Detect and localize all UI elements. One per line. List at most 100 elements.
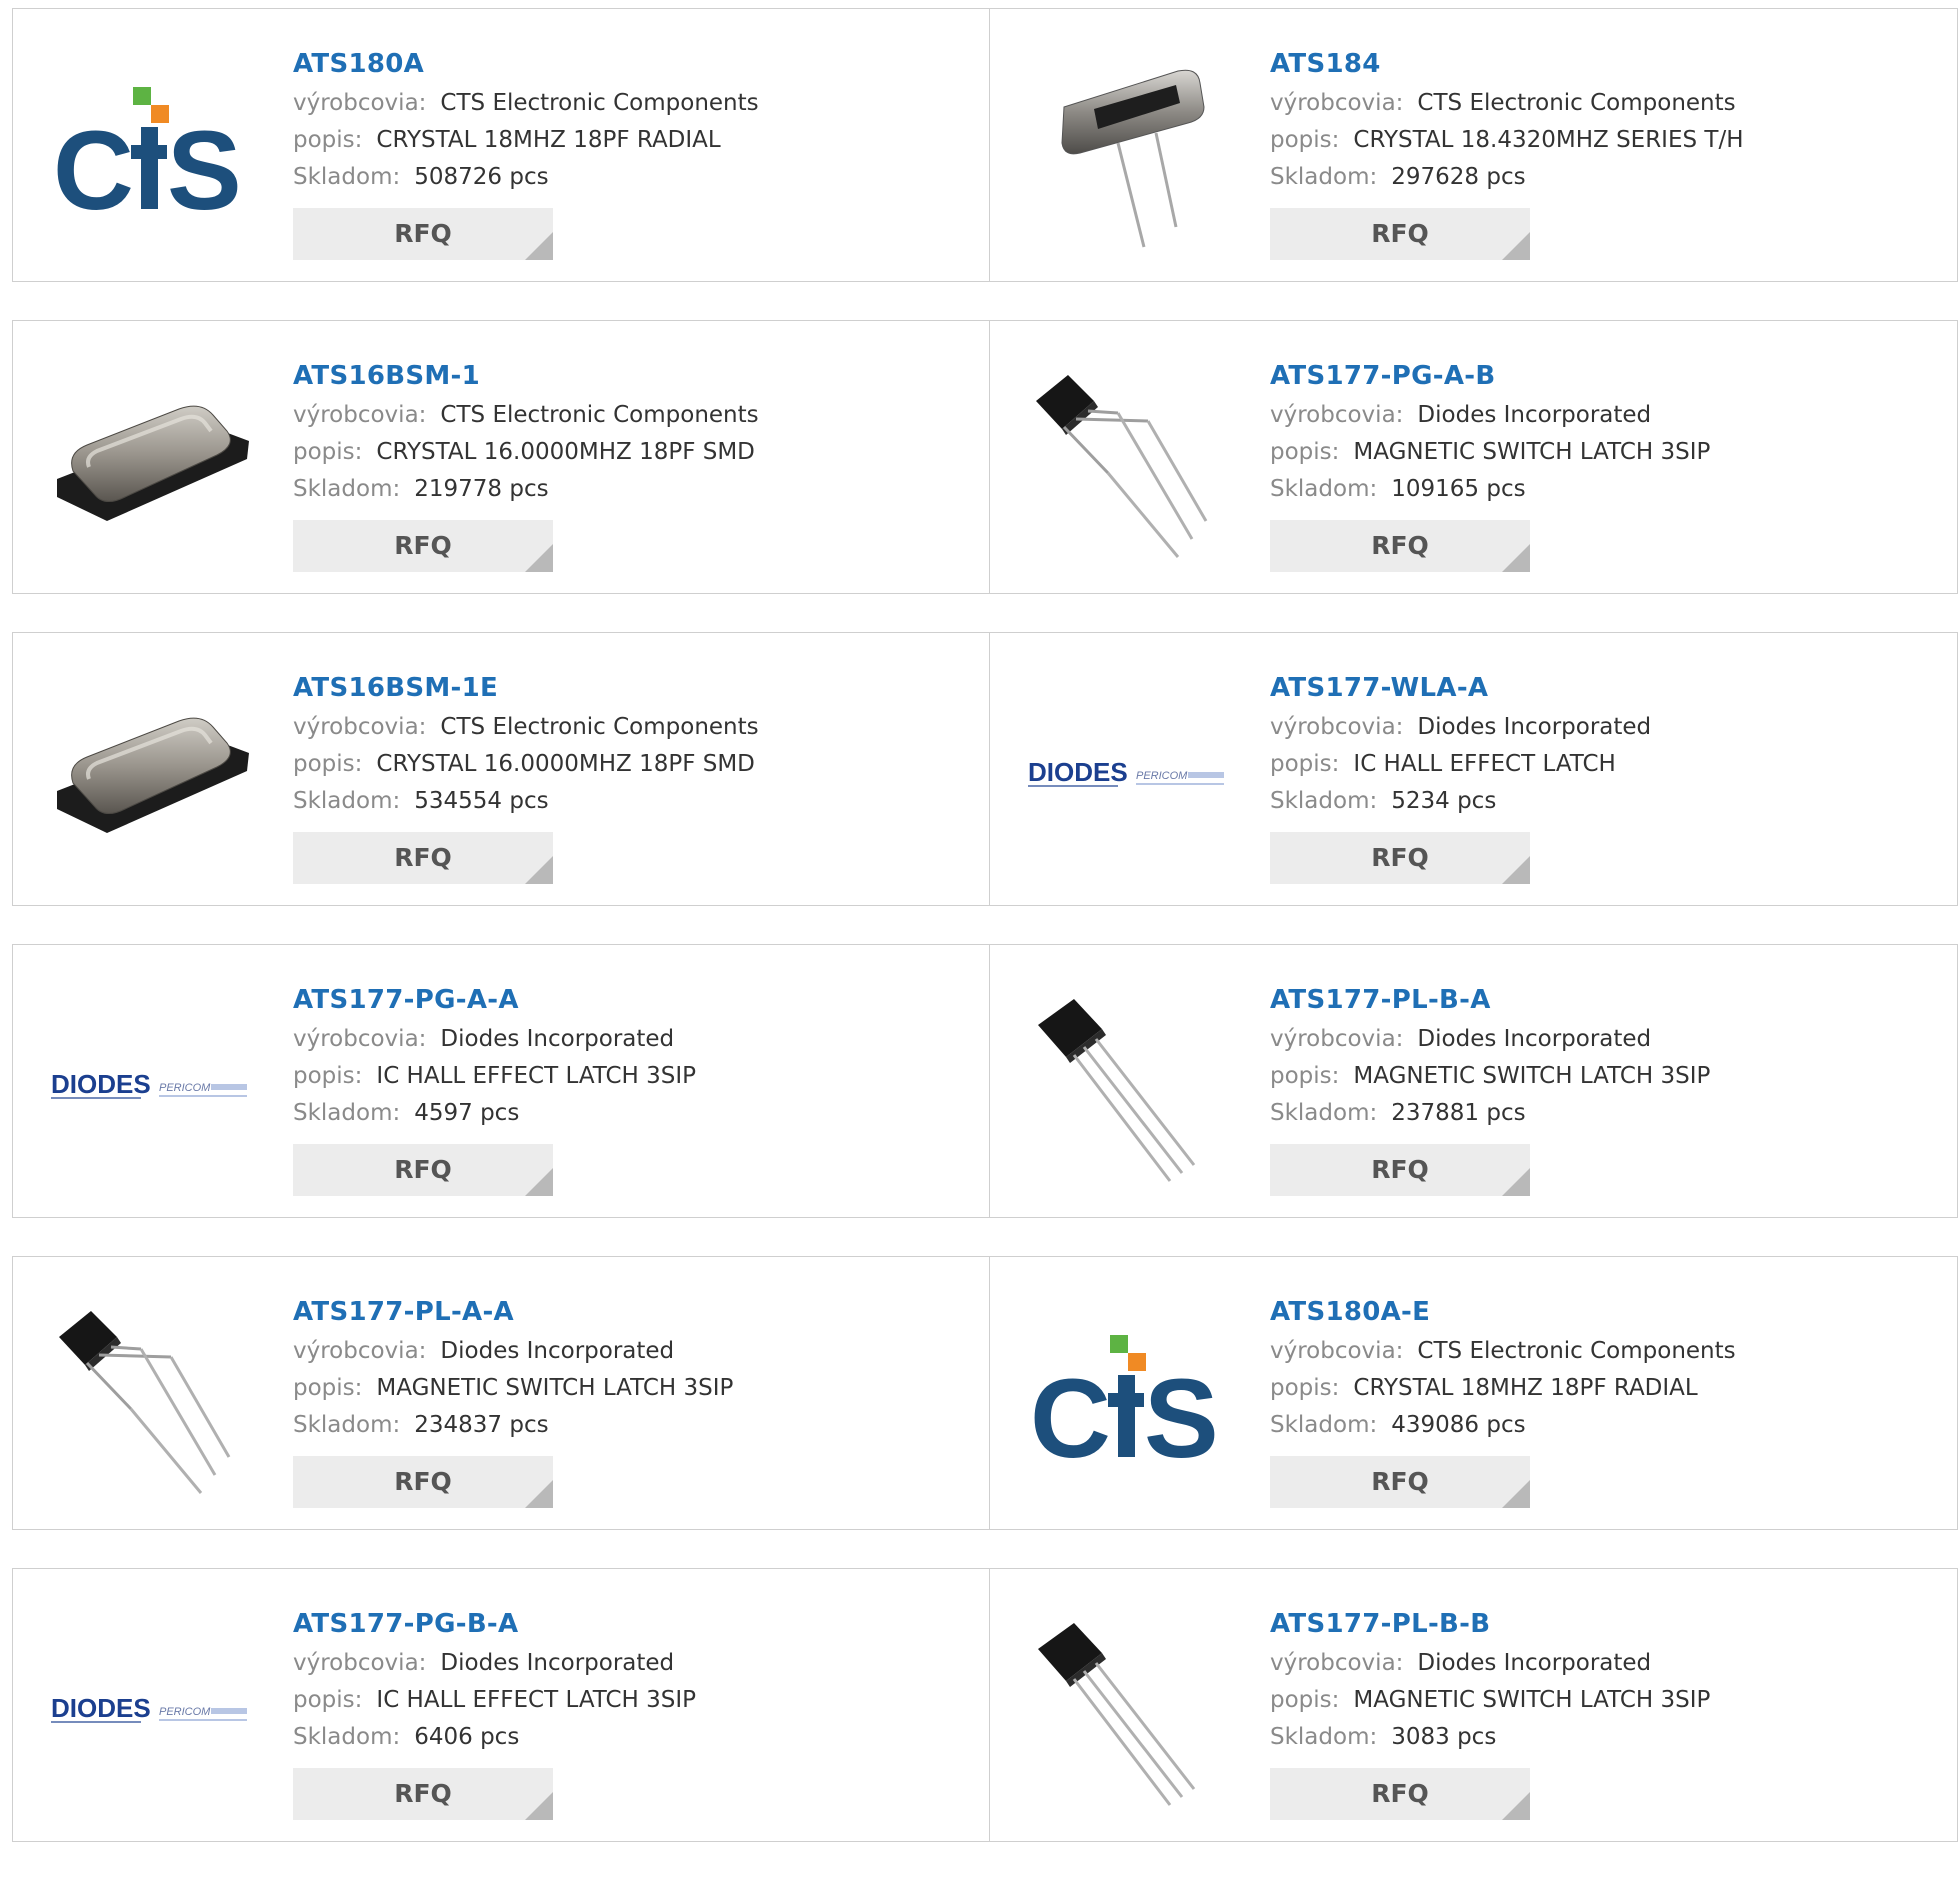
stock-value: 508726 pcs — [414, 164, 549, 190]
rfq-label: RFQ — [394, 219, 452, 248]
rfq-button[interactable]: RFQ — [293, 1768, 553, 1820]
product-thumbnail[interactable] — [51, 361, 251, 561]
part-number-link[interactable]: ATS177-PG-B-A — [293, 1603, 953, 1645]
manufacturer-line: výrobcovia: CTS Electronic Components — [1270, 1333, 1930, 1370]
description-value: CRYSTAL 18.4320MHZ SERIES T/H — [1353, 127, 1744, 153]
part-number-link[interactable]: ATS177-WLA-A — [1270, 667, 1930, 709]
rfq-corner-decoration — [1502, 232, 1530, 260]
product-thumbnail[interactable]: DIODES PERICOM — [51, 1609, 251, 1809]
description-label: popis: — [1270, 439, 1340, 465]
part-number-link[interactable]: ATS177-PG-A-B — [1270, 355, 1930, 397]
product-thumbnail[interactable]: DIODES PERICOM — [1028, 673, 1228, 873]
rfq-button[interactable]: RFQ — [1270, 1456, 1530, 1508]
product-info: ATS177-PG-A-A výrobcovia: Diodes Incorpora… — [293, 979, 953, 1196]
product-card: ATS16BSM-1E výrobcovia: CTS Electronic Com… — [12, 632, 990, 906]
svg-text:PERICOM: PERICOM — [1136, 770, 1188, 782]
part-number-link[interactable]: ATS180A-E — [1270, 1291, 1930, 1333]
description-value: MAGNETIC SWITCH LATCH 3SIP — [1353, 1687, 1711, 1713]
rfq-button[interactable]: RFQ — [293, 520, 553, 572]
stock-value: 109165 pcs — [1391, 476, 1526, 502]
part-number-link[interactable]: ATS177-PG-A-A — [293, 979, 953, 1021]
stock-value: 237881 pcs — [1391, 1100, 1526, 1126]
description-label: popis: — [293, 439, 363, 465]
rfq-button[interactable]: RFQ — [1270, 1144, 1530, 1196]
rfq-corner-decoration — [1502, 544, 1530, 572]
manufacturer-value: CTS Electronic Components — [1417, 1338, 1736, 1364]
stock-line: Skladom: 439086 pcs — [1270, 1407, 1930, 1444]
rfq-button[interactable]: RFQ — [1270, 1768, 1530, 1820]
description-label: popis: — [293, 751, 363, 777]
stock-label: Skladom: — [1270, 476, 1378, 502]
rfq-corner-decoration — [525, 1168, 553, 1196]
description-value: CRYSTAL 16.0000MHZ 18PF SMD — [376, 751, 755, 777]
product-card: ATS177-PL-B-B výrobcovia: Diodes Incorpora… — [990, 1568, 1958, 1842]
svg-text:DIODES: DIODES — [1028, 757, 1128, 787]
manufacturer-value: Diodes Incorporated — [1417, 1650, 1652, 1676]
stock-value: 5234 pcs — [1391, 788, 1497, 814]
svg-text:C: C — [53, 108, 134, 233]
description-label: popis: — [1270, 1687, 1340, 1713]
product-thumbnail[interactable] — [1028, 49, 1228, 249]
part-number-link[interactable]: ATS16BSM-1E — [293, 667, 953, 709]
product-thumbnail[interactable]: DIODES PERICOM — [51, 985, 251, 1185]
product-row: DIODES PERICOM ATS177-PG-A-A výrobcovia: D… — [12, 944, 1958, 1218]
part-number-link[interactable]: ATS184 — [1270, 43, 1930, 85]
stock-value: 439086 pcs — [1391, 1412, 1526, 1438]
product-thumbnail[interactable]: C S — [1028, 1297, 1228, 1497]
rfq-button[interactable]: RFQ — [1270, 832, 1530, 884]
rfq-corner-decoration — [525, 544, 553, 572]
rfq-button[interactable]: RFQ — [1270, 520, 1530, 572]
product-info: ATS180A-E výrobcovia: CTS Electronic Compo… — [1270, 1291, 1930, 1508]
stock-value: 4597 pcs — [414, 1100, 520, 1126]
description-line: popis: MAGNETIC SWITCH LATCH 3SIP — [1270, 1682, 1930, 1719]
rfq-label: RFQ — [394, 1779, 452, 1808]
stock-line: Skladom: 5234 pcs — [1270, 783, 1930, 820]
manufacturer-value: CTS Electronic Components — [440, 714, 759, 740]
product-card: ATS177-PG-A-B výrobcovia: Diodes Incorpora… — [990, 320, 1958, 594]
rfq-button[interactable]: RFQ — [1270, 208, 1530, 260]
product-thumbnail[interactable] — [1028, 1609, 1228, 1809]
description-line: popis: IC HALL EFFECT LATCH 3SIP — [293, 1682, 953, 1719]
manufacturer-value: Diodes Incorporated — [440, 1026, 675, 1052]
manufacturer-value: Diodes Incorporated — [1417, 402, 1652, 428]
rfq-label: RFQ — [1371, 843, 1429, 872]
product-card: C S ATS180A-E výrobcovia: CTS Electronic C… — [990, 1256, 1958, 1530]
part-number-link[interactable]: ATS177-PL-B-A — [1270, 979, 1930, 1021]
stock-label: Skladom: — [1270, 1724, 1378, 1750]
manufacturer-line: výrobcovia: Diodes Incorporated — [293, 1333, 953, 1370]
part-number-link[interactable]: ATS177-PL-A-A — [293, 1291, 953, 1333]
product-thumbnail[interactable] — [1028, 985, 1228, 1185]
stock-line: Skladom: 234837 pcs — [293, 1407, 953, 1444]
stock-line: Skladom: 219778 pcs — [293, 471, 953, 508]
manufacturer-value: Diodes Incorporated — [440, 1650, 675, 1676]
stock-value: 534554 pcs — [414, 788, 549, 814]
stock-value: 234837 pcs — [414, 1412, 549, 1438]
part-number-link[interactable]: ATS177-PL-B-B — [1270, 1603, 1930, 1645]
product-thumbnail[interactable] — [51, 673, 251, 873]
rfq-button[interactable]: RFQ — [293, 832, 553, 884]
cts-logo: C S — [53, 87, 242, 233]
part-number-link[interactable]: ATS180A — [293, 43, 953, 85]
manufacturer-label: výrobcovia: — [293, 714, 427, 740]
product-thumbnail[interactable]: C S — [51, 49, 251, 249]
rfq-button[interactable]: RFQ — [293, 1144, 553, 1196]
rfq-button[interactable]: RFQ — [293, 208, 553, 260]
description-label: popis: — [1270, 127, 1340, 153]
description-value: CRYSTAL 18MHZ 18PF RADIAL — [376, 127, 721, 153]
part-number-link[interactable]: ATS16BSM-1 — [293, 355, 953, 397]
stock-label: Skladom: — [1270, 1412, 1378, 1438]
product-card: DIODES PERICOM ATS177-PG-B-A výrobcovia: D… — [12, 1568, 990, 1842]
description-line: popis: MAGNETIC SWITCH LATCH 3SIP — [293, 1370, 953, 1407]
manufacturer-value: Diodes Incorporated — [440, 1338, 675, 1364]
product-thumbnail[interactable] — [51, 1297, 251, 1497]
description-value: CRYSTAL 16.0000MHZ 18PF SMD — [376, 439, 755, 465]
product-thumbnail[interactable] — [1028, 361, 1228, 561]
manufacturer-line: výrobcovia: Diodes Incorporated — [1270, 1645, 1930, 1682]
diodes-logo: DIODES PERICOM — [51, 1693, 247, 1723]
description-line: popis: CRYSTAL 18.4320MHZ SERIES T/H — [1270, 122, 1930, 159]
rfq-button[interactable]: RFQ — [293, 1456, 553, 1508]
svg-text:S: S — [1144, 1356, 1219, 1481]
manufacturer-label: výrobcovia: — [293, 1338, 427, 1364]
stock-line: Skladom: 6406 pcs — [293, 1719, 953, 1756]
description-line: popis: MAGNETIC SWITCH LATCH 3SIP — [1270, 434, 1930, 471]
